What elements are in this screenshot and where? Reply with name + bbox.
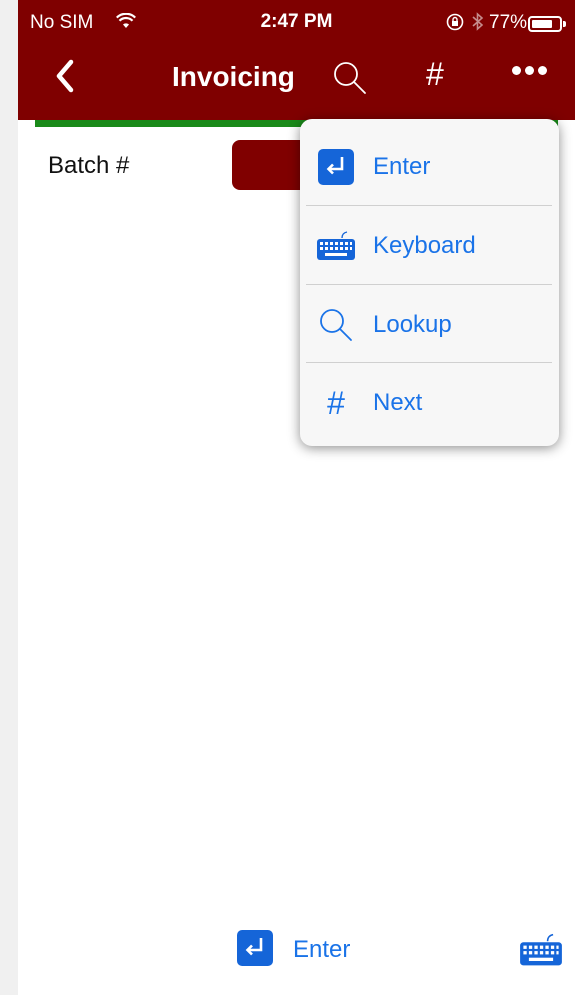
rotation-lock-icon (446, 13, 464, 36)
menu-item-label: Next (373, 388, 423, 416)
menu-item-label: Lookup (373, 310, 452, 338)
search-icon[interactable] (332, 60, 368, 101)
menu-item-keyboard[interactable]: Keyboard (300, 206, 559, 285)
menu-item-label: Keyboard (373, 231, 476, 259)
menu-item-lookup[interactable]: Lookup (300, 285, 559, 364)
battery-icon (528, 16, 562, 32)
keyboard-button[interactable] (519, 930, 563, 970)
status-bar: No SIM 2:47 PM 77% (18, 0, 575, 44)
menu-item-next[interactable]: # Next (300, 363, 559, 442)
enter-icon (316, 147, 356, 187)
menu-item-label: Enter (373, 152, 431, 180)
battery-tip (563, 21, 566, 27)
hash-icon[interactable]: # (426, 56, 444, 93)
popup-menu: Enter Keyboard Lookup # Next (300, 119, 559, 446)
battery-percent: 77% (489, 12, 528, 33)
more-icon[interactable] (512, 62, 551, 80)
bluetooth-icon (472, 12, 484, 36)
navigation-bar: Invoicing # (18, 44, 575, 120)
app-screen: No SIM 2:47 PM 77% Invoicing # Batch # E… (18, 0, 575, 995)
keyboard-icon (316, 226, 356, 266)
menu-item-enter[interactable]: Enter (300, 127, 559, 206)
page-title: Invoicing (172, 61, 295, 92)
enter-icon (237, 930, 273, 966)
keyboard-icon (519, 933, 563, 974)
enter-button-label: Enter (293, 936, 351, 963)
hash-icon: # (327, 384, 345, 421)
chevron-left-icon[interactable] (54, 58, 76, 99)
search-icon (316, 305, 356, 345)
header: No SIM 2:47 PM 77% Invoicing # (18, 0, 575, 120)
batch-label: Batch # (48, 152, 130, 179)
